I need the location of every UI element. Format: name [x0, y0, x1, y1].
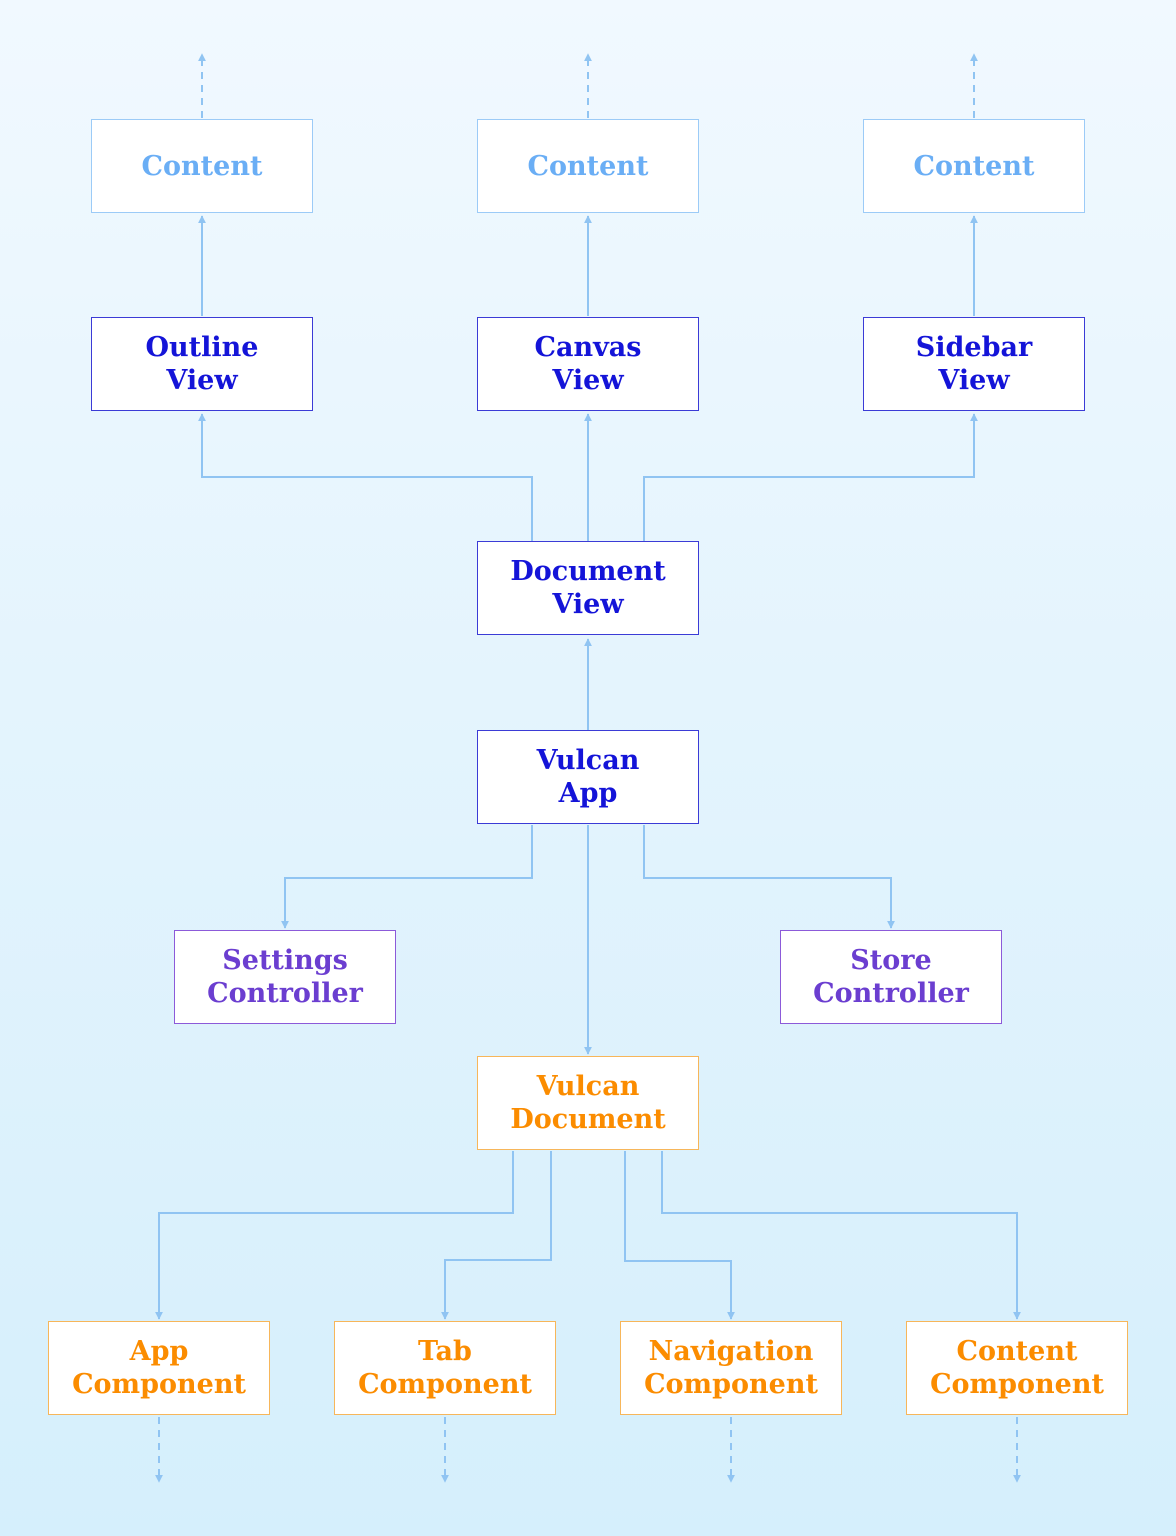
node-label-line: Content: [913, 150, 1035, 182]
node-label-line: Component: [930, 1369, 1104, 1400]
node-content-2: Content: [477, 119, 699, 213]
node-outline-view: Outline View: [91, 317, 313, 411]
node-label-line: Content: [527, 150, 649, 182]
node-label-line: View: [552, 365, 624, 396]
node-label-line: Component: [72, 1369, 246, 1400]
node-label-line: View: [552, 589, 624, 620]
node-canvas-view: Canvas View: [477, 317, 699, 411]
node-label-line: Canvas: [534, 332, 642, 363]
node-label-line: Store: [850, 945, 932, 976]
node-label-line: Controller: [207, 978, 363, 1009]
node-tab-component: Tab Component: [334, 1321, 556, 1415]
node-settings-controller: Settings Controller: [174, 930, 396, 1024]
node-label-line: Navigation: [648, 1336, 814, 1367]
node-label-line: Controller: [813, 978, 969, 1009]
node-app-component: App Component: [48, 1321, 270, 1415]
node-navigation-component: Navigation Component: [620, 1321, 842, 1415]
node-vulcan-app: Vulcan App: [477, 730, 699, 824]
node-label-line: Component: [358, 1369, 532, 1400]
node-label-line: View: [166, 365, 238, 396]
edge-document-view-to-outline-view: [198, 413, 533, 541]
edge-vulcan-document-to-navigation-component: [624, 1151, 735, 1320]
edge-vulcan-document-to-content-component: [661, 1151, 1021, 1320]
node-content-3: Content: [863, 119, 1085, 213]
node-label-line: Vulcan: [536, 1071, 640, 1102]
edge-vulcan-app-to-store-controller: [643, 825, 895, 929]
node-sidebar-view: Sidebar View: [863, 317, 1085, 411]
node-label-line: Settings: [222, 945, 348, 976]
node-label-line: Content: [141, 150, 263, 182]
node-label-line: App: [558, 778, 618, 809]
node-label-line: Outline: [145, 332, 259, 363]
node-content-1: Content: [91, 119, 313, 213]
node-label-line: Component: [644, 1369, 818, 1400]
node-label-line: Document: [510, 1104, 666, 1135]
edge-vulcan-app-to-settings-controller: [281, 825, 533, 929]
node-label-line: Tab: [418, 1336, 472, 1367]
node-vulcan-document: Vulcan Document: [477, 1056, 699, 1150]
node-label-line: Content: [956, 1336, 1078, 1367]
edge-document-view-to-sidebar-view: [643, 413, 978, 541]
node-content-component: Content Component: [906, 1321, 1128, 1415]
node-store-controller: Store Controller: [780, 930, 1002, 1024]
node-label-line: Vulcan: [536, 745, 640, 776]
node-document-view: Document View: [477, 541, 699, 635]
node-label-line: App: [129, 1336, 189, 1367]
node-label-line: Document: [510, 556, 666, 587]
edge-vulcan-document-to-tab-component: [441, 1151, 552, 1320]
node-label-line: View: [938, 365, 1010, 396]
edge-vulcan-document-to-app-component: [155, 1151, 514, 1320]
node-label-line: Sidebar: [915, 332, 1033, 363]
